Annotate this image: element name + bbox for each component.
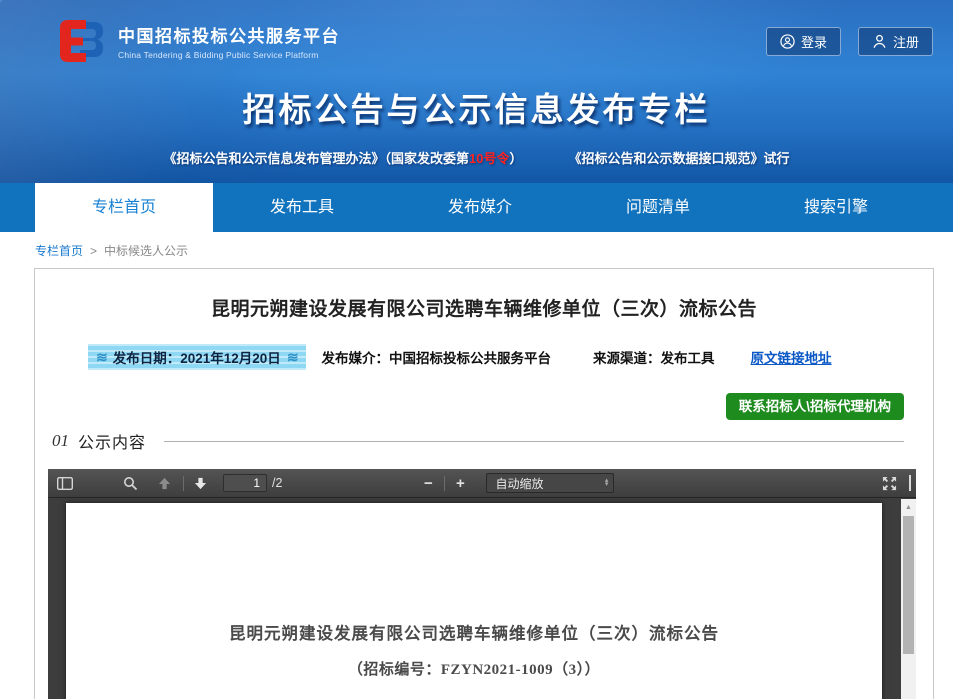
find-button[interactable] xyxy=(119,472,141,494)
main-navbar: 专栏首页 发布工具 发布媒介 问题清单 搜索引擎 xyxy=(0,183,953,232)
page-down-button[interactable] xyxy=(189,472,211,494)
pdf-scrollbar[interactable]: ▲ xyxy=(901,499,916,699)
original-link[interactable]: 原文链接地址 xyxy=(751,347,832,367)
zoom-out-button[interactable]: − xyxy=(418,475,438,492)
zoom-in-button[interactable]: + xyxy=(450,475,470,492)
toolbar-scroll-indicator xyxy=(909,475,911,491)
contact-button-row: 联系招标人\招标代理机构 xyxy=(35,393,933,420)
breadcrumb-separator: > xyxy=(90,244,97,258)
site-name-cn: 中国招标投标公共服务平台 xyxy=(118,22,340,47)
scrollbar-thumb[interactable] xyxy=(903,516,914,654)
announcement-title: 昆明元朔建设发展有限公司选聘车辆维修单位（三次）流标公告 xyxy=(35,294,933,321)
banner-title: 招标公告与公示信息发布专栏 xyxy=(0,83,953,131)
zoom-mode-value: 自动缩放 xyxy=(495,475,543,492)
breadcrumb-current: 中标候选人公示 xyxy=(104,242,188,259)
site-header: 中国招标投标公共服务平台 China Tendering & Bidding P… xyxy=(0,0,953,183)
regulation-measures-text: 《招标公告和公示信息发布管理办法》（国家发改委第 xyxy=(163,151,469,166)
regulation-measures: 《招标公告和公示信息发布管理办法》（国家发改委第10号令） xyxy=(163,148,522,167)
page-number-input[interactable] xyxy=(223,474,267,492)
regulation-spec: 《招标公告和公示数据接口规范》试行 xyxy=(568,148,789,167)
page-total-label: /2 xyxy=(272,476,282,490)
section-number: 01 xyxy=(52,431,69,451)
register-user-icon xyxy=(872,34,887,49)
section-header: 01 公示内容 xyxy=(35,429,933,453)
sidebar-toggle-button[interactable] xyxy=(54,472,76,494)
login-user-circle-icon xyxy=(780,34,795,49)
tab-publish-media[interactable]: 发布媒介 xyxy=(391,183,569,232)
publish-media-text: 发布媒介：中国招标投标公共服务平台 xyxy=(322,347,552,367)
select-spinner-icon: ▴ ▾ xyxy=(605,479,609,488)
toolbar-divider xyxy=(444,476,445,491)
publish-date-text: 发布日期：2021年12月20日 xyxy=(113,347,281,367)
site-name: 中国招标投标公共服务平台 China Tendering & Bidding P… xyxy=(118,22,340,60)
document-title-line: 昆明元朔建设发展有限公司选聘车辆维修单位（三次）流标公告 xyxy=(66,620,882,644)
breadcrumb-home-link[interactable]: 专栏首页 xyxy=(35,242,83,259)
document-tender-number-line: （招标编号：FZYN2021-1009（3）） xyxy=(66,658,882,679)
regulation-measures-close: ） xyxy=(509,151,522,166)
register-button[interactable]: 注册 xyxy=(858,27,933,56)
wave-decoration-left: ≋ xyxy=(96,349,107,366)
site-name-en: China Tendering & Bidding Public Service… xyxy=(118,50,340,60)
publish-date-badge: ≋ 发布日期：2021年12月20日 ≋ xyxy=(88,344,306,370)
platform-logo-icon xyxy=(56,18,106,64)
pdf-toolbar: /2 − + 自动缩放 ▴ ▾ xyxy=(48,469,916,498)
login-label: 登录 xyxy=(801,32,827,51)
tab-publish-tool[interactable]: 发布工具 xyxy=(213,183,391,232)
contact-bidder-button[interactable]: 联系招标人\招标代理机构 xyxy=(726,393,904,420)
search-icon xyxy=(123,476,138,491)
spinner-down-glyph: ▾ xyxy=(605,483,609,488)
presentation-mode-button[interactable] xyxy=(878,472,900,494)
toolbar-divider xyxy=(183,476,184,491)
tab-issue-list[interactable]: 问题清单 xyxy=(569,183,747,232)
zoom-mode-select[interactable]: 自动缩放 ▴ ▾ xyxy=(486,473,614,493)
breadcrumb: 专栏首页 > 中标候选人公示 xyxy=(0,232,953,268)
announcement-card: 昆明元朔建设发展有限公司选聘车辆维修单位（三次）流标公告 ≋ 发布日期：2021… xyxy=(34,268,934,699)
source-channel-text: 来源渠道：发布工具 xyxy=(593,347,715,367)
page-up-button[interactable] xyxy=(153,472,175,494)
announcement-meta: ≋ 发布日期：2021年12月20日 ≋ 发布媒介：中国招标投标公共服务平台 来… xyxy=(35,344,933,370)
login-button[interactable]: 登录 xyxy=(766,27,841,56)
section-divider-line xyxy=(164,441,904,442)
tab-column-home[interactable]: 专栏首页 xyxy=(35,183,213,232)
decree-number-red: 10号令 xyxy=(469,151,509,166)
pdf-page: 昆明元朔建设发展有限公司选聘车辆维修单位（三次）流标公告 （招标编号：FZYN2… xyxy=(66,503,882,699)
scrollbar-up-arrow-icon[interactable]: ▲ xyxy=(901,499,916,511)
tab-search-engine[interactable]: 搜索引擎 xyxy=(747,183,925,232)
pdf-body: 昆明元朔建设发展有限公司选聘车辆维修单位（三次）流标公告 （招标编号：FZYN2… xyxy=(48,499,916,699)
header-top-bar: 中国招标投标公共服务平台 China Tendering & Bidding P… xyxy=(0,0,953,70)
auth-buttons: 登录 注册 xyxy=(766,27,933,56)
fullscreen-icon xyxy=(882,476,897,491)
section-title: 公示内容 xyxy=(78,429,146,453)
sidebar-toggle-icon xyxy=(57,477,73,490)
register-label: 注册 xyxy=(893,32,919,51)
wave-decoration-right: ≋ xyxy=(287,349,298,366)
pdf-viewer: /2 − + 自动缩放 ▴ ▾ xyxy=(48,469,916,699)
page-down-arrow-icon xyxy=(194,477,207,490)
banner-regulations: 《招标公告和公示信息发布管理办法》（国家发改委第10号令） 《招标公告和公示数据… xyxy=(0,148,953,167)
page-up-arrow-icon xyxy=(158,477,171,490)
